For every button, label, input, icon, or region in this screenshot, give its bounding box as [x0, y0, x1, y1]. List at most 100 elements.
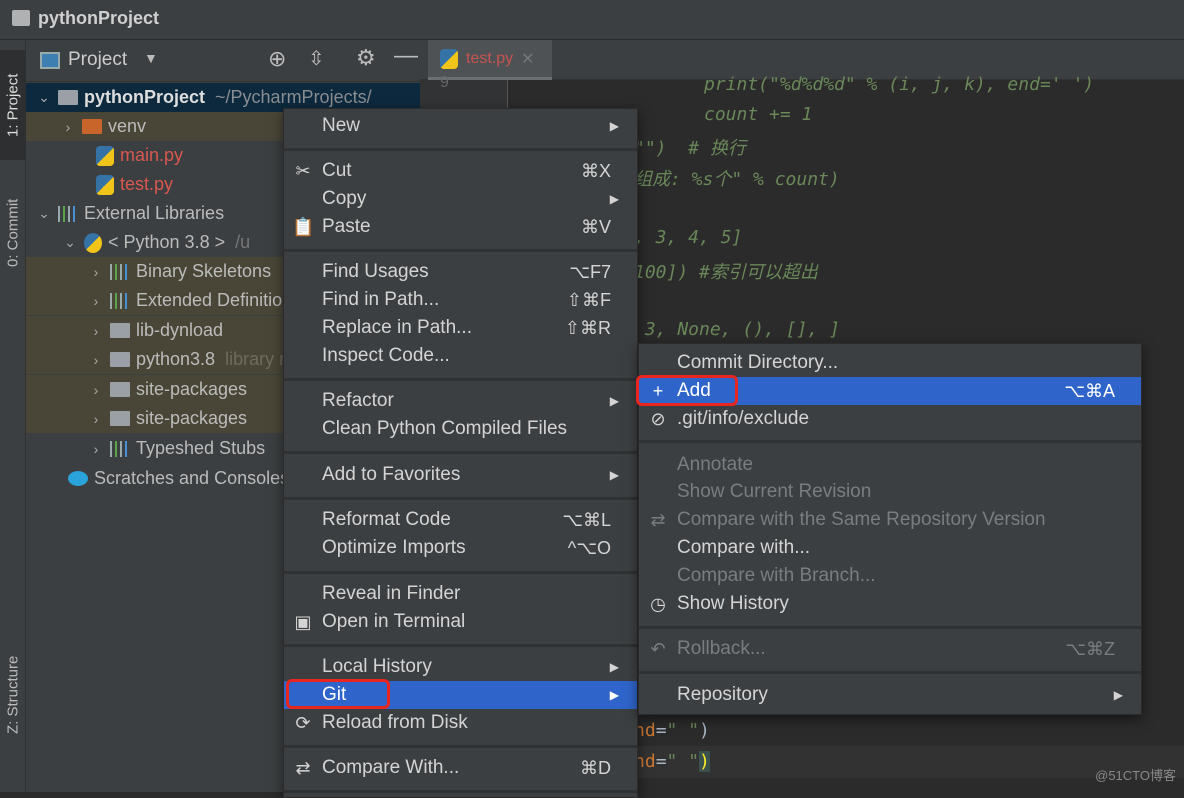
tree-label: main.py [120, 145, 184, 165]
shortcut: ⌘D [580, 757, 611, 778]
tab-project-label: 1: Project [4, 73, 22, 137]
chevron-down-icon[interactable]: ▼ [144, 50, 158, 66]
menu-item-cut[interactable]: ✂ Cut ⌘X [284, 157, 637, 185]
locate-icon[interactable]: ⊕ [268, 46, 286, 72]
menu-item-inspect-code[interactable]: Inspect Code... [284, 342, 637, 370]
menu-item-find-in-path[interactable]: Find in Path... ⇧⌘F [284, 286, 637, 314]
tree-path: /u [235, 232, 251, 252]
tool-window-stripe: 1: Project 0: Commit Z: Structure [0, 40, 26, 792]
menu-item-label: Compare With... [322, 757, 460, 778]
menu-item-commit-directory[interactable]: Commit Directory... [639, 349, 1141, 377]
menu-item-label: Find Usages [322, 261, 429, 282]
minimize-icon[interactable]: — [394, 42, 418, 70]
tree-label: Extended Definitions [136, 290, 302, 310]
shortcut: ⌥⌘L [562, 509, 611, 530]
menu-separator [284, 571, 637, 574]
menu-item-refactor[interactable]: Refactor ▶ [284, 387, 637, 415]
tree-label: Typeshed Stubs [136, 438, 266, 458]
menu-item-copy[interactable]: Copy ▶ [284, 185, 637, 213]
menu-separator [284, 148, 637, 151]
annotation-box-add [636, 375, 738, 406]
menu-item-label: Reload from Disk [322, 712, 468, 733]
menu-separator [284, 644, 637, 647]
close-icon[interactable]: ✕ [521, 49, 534, 69]
menu-item-compare-with[interactable]: ⇄ Compare With... ⌘D [284, 754, 637, 782]
menu-item-label: Repository [677, 684, 768, 705]
menu-item-label: Show History [677, 593, 789, 614]
code-line: print("%d%d%d" % (i, j, k), end=' ') [704, 74, 1095, 95]
annotation-box-git [286, 679, 390, 709]
menu-separator [284, 451, 637, 454]
code-line: count += 1 [704, 104, 813, 125]
code-line: , 3, 4, 5] [634, 227, 743, 248]
project-view-icon [40, 52, 60, 69]
line-number: 9 [440, 74, 449, 91]
tree-label: Scratches and Consoles [94, 468, 290, 488]
tab-project[interactable]: 1: Project [0, 50, 26, 160]
menu-item-clean-python-compiled-files[interactable]: Clean Python Compiled Files [284, 415, 637, 443]
menu-item-label: Annotate [677, 454, 754, 475]
project-panel-header: Project ▼ ⊕ ⇳ ⚙ — [26, 40, 420, 82]
menu-item-reload-from-disk[interactable]: ⟳ Reload from Disk [284, 709, 637, 737]
scissors-icon: ✂ [295, 160, 311, 181]
menu-item-label: Local History [322, 656, 432, 677]
tab-label: test.py [466, 49, 514, 67]
menu-item-reformat-code[interactable]: Reformat Code ⌥⌘L [284, 506, 637, 534]
tab-structure-label: Z: Structure [4, 655, 22, 735]
menu-item-paste[interactable]: 📋 Paste ⌘V [284, 213, 637, 241]
python-file-icon [96, 145, 114, 166]
tree-label: test.py [120, 174, 174, 194]
compare-icon: ⇄ [295, 757, 311, 778]
menu-separator [284, 378, 637, 381]
menu-item-git-info-exclude[interactable]: ⊘ .git/info/exclude [639, 405, 1141, 433]
tree-path: ~/PycharmProjects/ [215, 87, 372, 107]
shortcut: ⌘X [580, 160, 611, 181]
shortcut: ⌥⌘Z [1065, 638, 1115, 659]
menu-item-label: Open in Terminal [322, 611, 466, 632]
library-icon [58, 205, 78, 222]
tab-commit[interactable]: 0: Commit [0, 175, 26, 290]
menu-item-compare-with-branch[interactable]: Compare with Branch... [639, 562, 1141, 590]
clipboard-icon: 📋 [292, 216, 315, 237]
menu-item-find-usages[interactable]: Find Usages ⌥F7 [284, 258, 637, 286]
menu-item-compare-with-the-same-repository-version[interactable]: ⇄ Compare with the Same Repository Versio… [639, 506, 1141, 534]
title-bar: pythonProject [0, 0, 1184, 40]
gear-icon[interactable]: ⚙ [356, 45, 376, 71]
menu-item-label: Find in Path... [322, 289, 440, 310]
tree-label: python3.8 [136, 349, 216, 369]
menu-item-local-history[interactable]: Local History ▶ [284, 653, 637, 681]
menu-item-label: Add to Favorites [322, 464, 461, 485]
python-icon [84, 232, 102, 253]
collapse-all-icon[interactable]: ⇳ [308, 46, 325, 71]
menu-item-repository[interactable]: Repository ▶ [639, 681, 1141, 709]
menu-separator [639, 671, 1141, 674]
menu-item-new[interactable]: New ▶ [284, 112, 637, 140]
terminal-icon: ▣ [294, 611, 312, 632]
menu-item-label: Optimize Imports [322, 537, 466, 558]
menu-separator [639, 440, 1141, 443]
code-line: 100]) #索引可以超出 [634, 262, 818, 283]
submenu-arrow-icon: ▶ [609, 468, 619, 482]
menu-item-add-to-favorites[interactable]: Add to Favorites ▶ [284, 461, 637, 489]
clock-icon: ◷ [650, 593, 666, 614]
menu-item-label: Compare with... [677, 537, 811, 558]
menu-item-label: Reformat Code [322, 509, 451, 530]
menu-item-show-current-revision[interactable]: Show Current Revision [639, 478, 1141, 506]
menu-item-annotate[interactable]: Annotate [639, 451, 1141, 479]
shortcut: ⇧⌘F [566, 289, 611, 310]
submenu-arrow-icon: ▶ [609, 192, 619, 206]
shortcut: ^⌥O [567, 537, 611, 558]
menu-item-rollback[interactable]: ↶ Rollback... ⌥⌘Z [639, 635, 1141, 663]
menu-item-show-history[interactable]: ◷ Show History [639, 590, 1141, 618]
menu-item-replace-in-path[interactable]: Replace in Path... ⇧⌘R [284, 314, 637, 342]
menu-item-reveal-in-finder[interactable]: Reveal in Finder [284, 580, 637, 608]
menu-separator [639, 626, 1141, 629]
menu-item-optimize-imports[interactable]: Optimize Imports ^⌥O [284, 534, 637, 562]
menu-separator [284, 745, 637, 748]
tab-structure[interactable]: Z: Structure [0, 640, 26, 750]
project-view-selector[interactable]: Project [68, 49, 127, 71]
menu-item-open-in-terminal[interactable]: ▣ Open in Terminal [284, 608, 637, 636]
code-line: nd=" ") [634, 751, 710, 772]
menu-item-label: Show Current Revision [677, 481, 872, 502]
menu-item-compare-with[interactable]: Compare with... [639, 534, 1141, 562]
